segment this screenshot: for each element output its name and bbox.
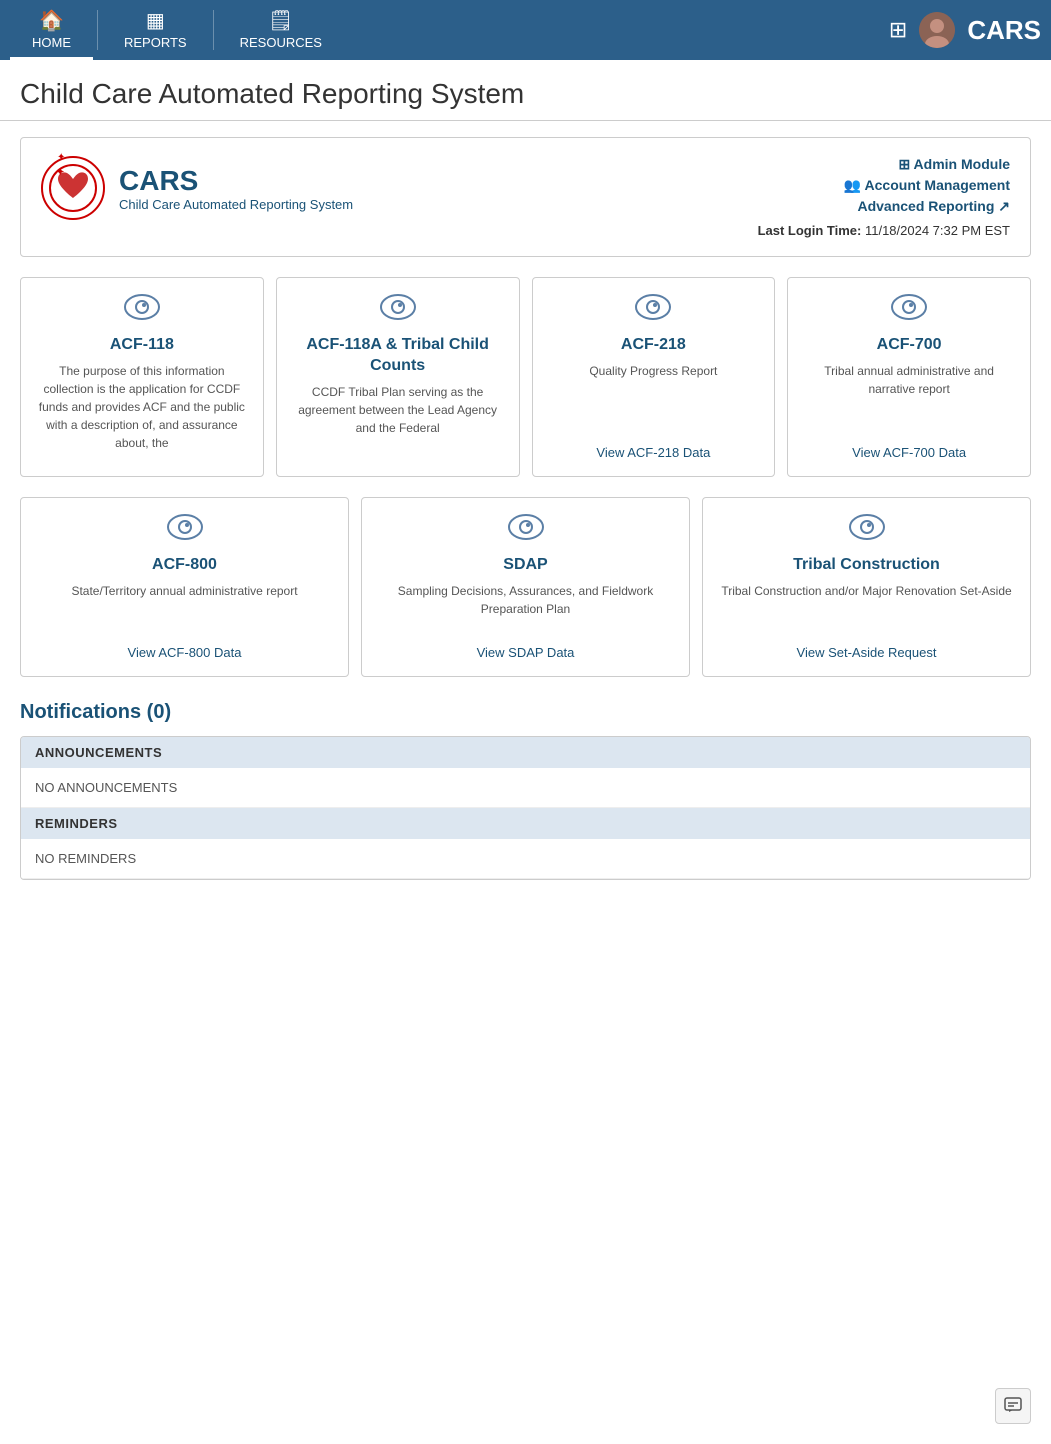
info-card-logo: ✦ CARS Child Care Automated Reporting Sy… [41, 156, 742, 220]
acf-700-desc: Tribal annual administrative and narrati… [800, 362, 1018, 437]
cars-logo: ✦ [41, 156, 105, 220]
notifications-section: Notifications (0) ANNOUNCEMENTS NO ANNOU… [20, 701, 1031, 880]
last-login: Last Login Time: 11/18/2024 7:32 PM EST [758, 223, 1010, 238]
main-content: ✦ CARS Child Care Automated Reporting Sy… [0, 121, 1051, 896]
tiles-row-1: ACF-118 The purpose of this information … [20, 277, 1031, 477]
tribal-construction-link[interactable]: View Set-Aside Request [797, 645, 937, 660]
page-header: Child Care Automated Reporting System [0, 60, 1051, 121]
nav-resources-label: RESOURCES [240, 35, 322, 50]
tile-sdap[interactable]: SDAP Sampling Decisions, Assurances, and… [361, 497, 690, 677]
nav-divider-1 [97, 10, 98, 50]
notifications-panel: ANNOUNCEMENTS NO ANNOUNCEMENTS REMINDERS… [20, 736, 1031, 880]
acf-800-eye-icon [167, 514, 203, 547]
reports-icon: ▦ [146, 8, 165, 33]
notifications-title: Notifications (0) [20, 701, 1031, 724]
acf-118-desc: The purpose of this information collecti… [33, 362, 251, 452]
sdap-eye-icon [508, 514, 544, 547]
info-card: ✦ CARS Child Care Automated Reporting Sy… [20, 137, 1031, 257]
acf-118-title: ACF-118 [110, 335, 174, 356]
navbar: 🏠 HOME ▦ REPORTS 🗒 RESOURCES ⊞ CARS [0, 0, 1051, 60]
user-avatar[interactable] [919, 12, 955, 48]
tile-acf-218[interactable]: ACF-218 Quality Progress Report View ACF… [532, 277, 776, 477]
logo-text: CARS Child Care Automated Reporting Syst… [119, 165, 353, 212]
acf-700-link[interactable]: View ACF-700 Data [852, 445, 966, 460]
brand-label: CARS [967, 15, 1041, 46]
cars-subtitle: Child Care Automated Reporting System [119, 197, 353, 212]
account-management-link[interactable]: 👥 Account Management [758, 177, 1010, 194]
announcements-content: NO ANNOUNCEMENTS [21, 768, 1030, 808]
acf-700-eye-icon [891, 294, 927, 327]
nav-home-label: HOME [32, 35, 71, 50]
home-icon: 🏠 [39, 8, 64, 33]
tile-acf-118[interactable]: ACF-118 The purpose of this information … [20, 277, 264, 477]
tile-acf-800[interactable]: ACF-800 State/Territory annual administr… [20, 497, 349, 677]
reminders-content: NO REMINDERS [21, 839, 1030, 879]
last-login-value: 11/18/2024 7:32 PM EST [865, 223, 1010, 238]
acf-118a-desc: CCDF Tribal Plan serving as the agreemen… [289, 383, 507, 452]
avatar-image [919, 12, 955, 48]
tile-acf-118a[interactable]: ACF-118A & Tribal Child Counts CCDF Trib… [276, 277, 520, 477]
announcements-header: ANNOUNCEMENTS [21, 737, 1030, 768]
tiles-row-2: ACF-800 State/Territory annual administr… [20, 497, 1031, 677]
acf-118a-title: ACF-118A & Tribal Child Counts [289, 335, 507, 377]
acf-118a-eye-icon [380, 294, 416, 327]
acf-218-eye-icon [635, 294, 671, 327]
nav-reports-label: REPORTS [124, 35, 187, 50]
acf-118-eye-icon [124, 294, 160, 327]
advanced-reporting-link[interactable]: Advanced Reporting ↗ [758, 198, 1010, 215]
info-card-links: ⊞ Admin Module 👥 Account Management Adva… [758, 156, 1010, 238]
nav-item-reports[interactable]: ▦ REPORTS [102, 0, 209, 60]
svg-text:✦: ✦ [56, 167, 64, 178]
acf-800-title: ACF-800 [152, 555, 217, 576]
acf-218-title: ACF-218 [621, 335, 686, 356]
acf-218-desc: Quality Progress Report [589, 362, 717, 437]
reminders-header: REMINDERS [21, 808, 1030, 839]
announcements-section: ANNOUNCEMENTS NO ANNOUNCEMENTS [21, 737, 1030, 808]
acf-218-link[interactable]: View ACF-218 Data [596, 445, 710, 460]
nav-item-resources[interactable]: 🗒 RESOURCES [218, 0, 344, 60]
logo-svg: ✦ [48, 163, 98, 213]
acf-800-desc: State/Territory annual administrative re… [71, 582, 297, 637]
last-login-label: Last Login Time: [758, 223, 862, 238]
tribal-construction-eye-icon [849, 514, 885, 547]
sdap-title: SDAP [503, 555, 547, 576]
grid-icon[interactable]: ⊞ [889, 17, 907, 43]
chat-icon [1003, 1396, 1023, 1416]
nav-divider-2 [213, 10, 214, 50]
admin-module-link[interactable]: ⊞ Admin Module [758, 156, 1010, 173]
reminders-section: REMINDERS NO REMINDERS [21, 808, 1030, 879]
sdap-desc: Sampling Decisions, Assurances, and Fiel… [374, 582, 677, 637]
acf-700-title: ACF-700 [877, 335, 942, 356]
resources-icon: 🗒 [268, 8, 293, 33]
cars-title: CARS [119, 165, 353, 197]
tile-acf-700[interactable]: ACF-700 Tribal annual administrative and… [787, 277, 1031, 477]
sdap-link[interactable]: View SDAP Data [477, 645, 575, 660]
tribal-construction-desc: Tribal Construction and/or Major Renovat… [721, 582, 1011, 637]
tribal-construction-title: Tribal Construction [793, 555, 940, 576]
page-title: Child Care Automated Reporting System [20, 78, 1031, 110]
feedback-icon[interactable] [995, 1388, 1031, 1424]
acf-800-link[interactable]: View ACF-800 Data [128, 645, 242, 660]
nav-item-home[interactable]: 🏠 HOME [10, 0, 93, 60]
tile-tribal-construction[interactable]: Tribal Construction Tribal Construction … [702, 497, 1031, 677]
